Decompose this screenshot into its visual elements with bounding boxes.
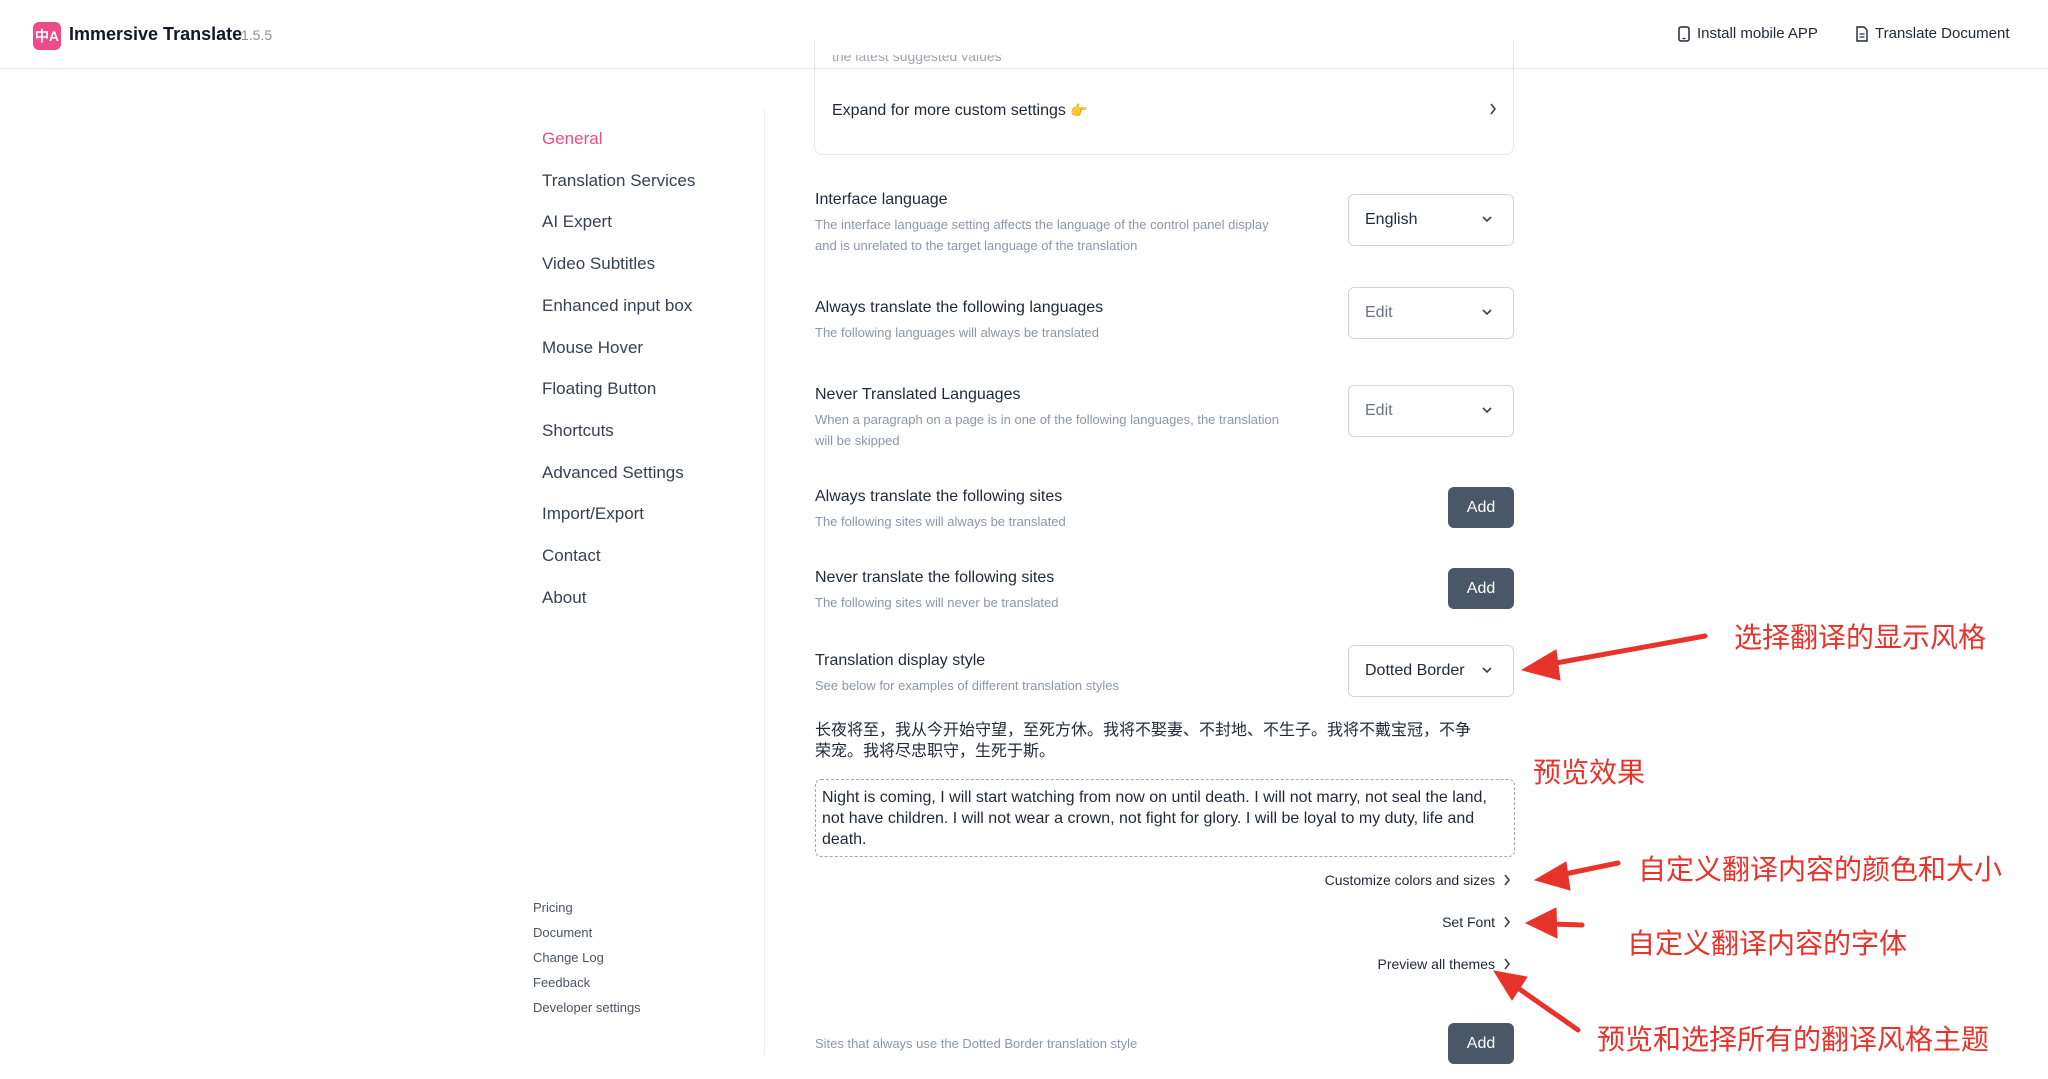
set-font-label: Set Font bbox=[1442, 914, 1495, 930]
always-translate-sites-desc: The following sites will always be trans… bbox=[815, 514, 1066, 529]
customize-colors-link[interactable]: Customize colors and sizes bbox=[1325, 872, 1511, 888]
chevron-right-icon bbox=[1504, 874, 1511, 886]
sidebar-item-contact[interactable]: Contact bbox=[542, 546, 601, 566]
never-translate-sites-desc: The following sites will never be transl… bbox=[815, 595, 1059, 610]
sidebar-item-video-subtitles[interactable]: Video Subtitles bbox=[542, 254, 655, 274]
footer-link-developer-settings[interactable]: Developer settings bbox=[533, 1000, 641, 1015]
install-mobile-app-label: Install mobile APP bbox=[1697, 25, 1818, 42]
expand-custom-settings-label: Expand for more custom settings bbox=[832, 102, 1066, 119]
always-translate-sites-add-button[interactable]: Add bbox=[1448, 487, 1514, 528]
never-translated-languages-select[interactable]: Edit bbox=[1348, 385, 1514, 437]
preview-source-text: 长夜将至，我从今开始守望，至死方休。我将不娶妻、不封地、不生子。我将不戴宝冠，不… bbox=[815, 720, 1515, 762]
display-style-value: Dotted Border bbox=[1365, 662, 1465, 679]
footer-link-feedback[interactable]: Feedback bbox=[533, 975, 590, 990]
interface-language-select[interactable]: English bbox=[1348, 194, 1514, 246]
footer-link-pricing[interactable]: Pricing bbox=[533, 900, 573, 915]
annotation-colors-sizes: 自定义翻译内容的颜色和大小 bbox=[1638, 854, 2003, 885]
chevron-down-icon bbox=[1482, 667, 1492, 674]
interface-language-value: English bbox=[1365, 211, 1418, 228]
app-name[interactable]: Immersive Translate bbox=[69, 24, 242, 45]
never-translated-languages-value: Edit bbox=[1365, 402, 1393, 419]
set-font-link[interactable]: Set Font bbox=[1442, 914, 1511, 930]
annotation-preview-effect: 预览效果 bbox=[1533, 757, 1646, 788]
never-translated-languages-desc-line1: When a paragraph on a page is in one of … bbox=[815, 412, 1279, 427]
never-translated-languages-desc: When a paragraph on a page is in one of … bbox=[815, 409, 1279, 451]
translate-document-label: Translate Document bbox=[1875, 25, 2010, 42]
annotation-font: 自定义翻译内容的字体 bbox=[1627, 928, 1908, 959]
footer-link-document[interactable]: Document bbox=[533, 925, 592, 940]
pointing-hand-icon: 👉 bbox=[1070, 102, 1088, 118]
scrolled-partial-text: the latest suggested values bbox=[832, 55, 1002, 64]
display-style-desc: See below for examples of different tran… bbox=[815, 678, 1119, 693]
sidebar-item-mouse-hover[interactable]: Mouse Hover bbox=[542, 338, 643, 358]
annotation-arrows bbox=[1492, 633, 1708, 1033]
arrow-display-style bbox=[1542, 633, 1708, 668]
annotation-themes: 预览和选择所有的翻译风格主题 bbox=[1597, 1024, 1990, 1055]
chevron-down-icon bbox=[1482, 407, 1492, 414]
sidebar-item-shortcuts[interactable]: Shortcuts bbox=[542, 421, 614, 441]
display-style-select[interactable]: Dotted Border bbox=[1348, 645, 1514, 697]
sidebar-item-advanced-settings[interactable]: Advanced Settings bbox=[542, 463, 684, 483]
install-mobile-app-link[interactable]: Install mobile APP bbox=[1677, 25, 1818, 42]
preview-all-themes-label: Preview all themes bbox=[1377, 956, 1496, 972]
chevron-down-icon bbox=[1482, 309, 1492, 316]
footer-link-change-log[interactable]: Change Log bbox=[533, 950, 604, 965]
chevron-right-icon bbox=[1504, 916, 1511, 928]
always-translate-sites-title: Always translate the following sites bbox=[815, 488, 1063, 505]
chevron-down-icon bbox=[1482, 216, 1492, 223]
arrowhead-colors-sizes-icon bbox=[1533, 861, 1571, 891]
never-translate-sites-title: Never translate the following sites bbox=[815, 569, 1055, 586]
interface-language-desc: The interface language setting affects t… bbox=[815, 214, 1269, 256]
sidebar-item-ai-expert[interactable]: AI Expert bbox=[542, 212, 612, 232]
preview-source-line2: 荣宠。我将尽忠职守，生死于斯。 bbox=[815, 743, 1056, 760]
interface-language-title: Interface language bbox=[815, 191, 948, 208]
arrowhead-display-style-icon bbox=[1520, 649, 1561, 681]
always-translate-languages-title: Always translate the following languages bbox=[815, 299, 1104, 316]
sidebar-item-about[interactable]: About bbox=[542, 588, 586, 608]
sidebar-item-import-export[interactable]: Import/Export bbox=[542, 504, 644, 524]
arrow-themes bbox=[1512, 983, 1581, 1033]
always-translate-languages-desc: The following languages will always be t… bbox=[815, 325, 1099, 340]
document-icon bbox=[1856, 25, 1868, 42]
customize-colors-label: Customize colors and sizes bbox=[1324, 872, 1495, 888]
never-translate-sites-add-button[interactable]: Add bbox=[1448, 568, 1514, 609]
interface-language-desc-line1: The interface language setting affects t… bbox=[815, 217, 1269, 232]
app-logo-icon[interactable]: 中A bbox=[33, 22, 61, 50]
chevron-right-icon[interactable] bbox=[1489, 103, 1497, 115]
preview-translated-text: Night is coming, I will start watching f… bbox=[815, 779, 1515, 857]
sites-dotted-border-add-button[interactable]: Add bbox=[1448, 1023, 1514, 1064]
sites-dotted-border-desc: Sites that always use the Dotted Border … bbox=[815, 1036, 1138, 1051]
always-translate-languages-select[interactable]: Edit bbox=[1348, 287, 1514, 339]
app-root: 中A Immersive Translate 1.5.5 Install mob… bbox=[0, 0, 2048, 1079]
preview-all-themes-link[interactable]: Preview all themes bbox=[1378, 956, 1512, 972]
sidebar-divider bbox=[764, 110, 765, 1055]
never-translated-languages-desc-line2: will be skipped bbox=[815, 433, 900, 448]
sidebar-item-floating-button[interactable]: Floating Button bbox=[542, 379, 656, 399]
always-translate-languages-value: Edit bbox=[1365, 304, 1393, 321]
never-translated-languages-title: Never Translated Languages bbox=[815, 386, 1021, 403]
app-version: 1.5.5 bbox=[241, 27, 273, 43]
mobile-phone-icon bbox=[1678, 25, 1690, 42]
expand-custom-settings[interactable]: Expand for more custom settings 👉 bbox=[832, 102, 1088, 120]
preview-source-line1: 长夜将至，我从今开始守望，至死方休。我将不娶妻、不封地、不生子。我将不戴宝冠，不… bbox=[815, 722, 1472, 739]
sidebar-item-translation-services[interactable]: Translation Services bbox=[542, 171, 695, 191]
chevron-right-icon bbox=[1504, 958, 1511, 970]
custom-settings-card: the latest suggested values Expand for m… bbox=[814, 40, 1514, 155]
arrowhead-themes-icon bbox=[1492, 970, 1528, 1001]
translate-document-link[interactable]: Translate Document bbox=[1855, 25, 2010, 42]
arrowhead-font-icon bbox=[1524, 907, 1558, 939]
display-style-title: Translation display style bbox=[815, 652, 986, 669]
annotation-display-style: 选择翻译的显示风格 bbox=[1734, 622, 1987, 653]
arrow-colors-sizes bbox=[1557, 860, 1621, 878]
sidebar-item-enhanced-input-box[interactable]: Enhanced input box bbox=[542, 296, 692, 316]
interface-language-desc-line2: and is unrelated to the target language … bbox=[815, 238, 1138, 253]
arrow-font bbox=[1549, 921, 1585, 928]
sidebar-item-general[interactable]: General bbox=[542, 129, 602, 149]
